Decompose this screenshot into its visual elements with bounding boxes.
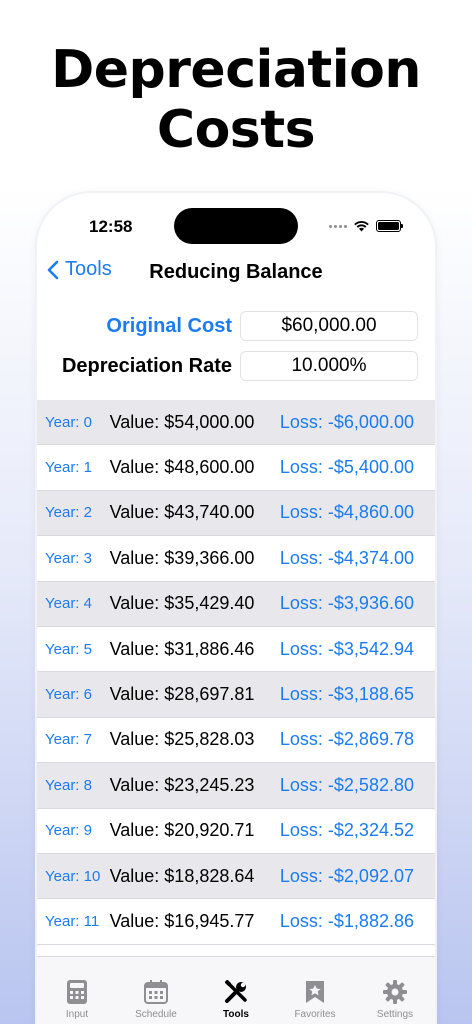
original-cost-field[interactable]: $60,000.00 [240,311,418,341]
navigation-bar: Tools Reducing Balance [37,253,435,297]
status-time: 12:58 [89,217,133,236]
depreciation-rate-field[interactable]: 10.000% [240,351,418,381]
row-loss: Loss: -$2,869.78 [279,729,414,750]
table-row[interactable]: Year: 10 Value: $18,828.64 Loss: -$2,092.0… [37,853,435,900]
row-loss: Loss: -$3,936.60 [279,593,414,614]
calendar-icon [144,980,168,1004]
tab-tools[interactable]: Tools [196,977,276,1020]
table-row[interactable]: Year: 3 Value: $39,366.00 Loss: -$4,374.00 [37,536,435,582]
dynamic-island [174,208,298,244]
row-loss: Loss: -$2,582.80 [279,774,414,795]
headline-line-2: Costs [156,100,316,160]
battery-icon [376,220,403,232]
tab-input[interactable]: Input [37,977,117,1020]
signal-dots-icon [329,224,347,228]
tools-icon [224,979,247,1003]
tab-settings-label: Settings [376,1009,414,1020]
row-loss: Loss: -$5,400.00 [279,457,414,478]
table-row[interactable]: Year: 0 Value: $54,000.00 Loss: -$6,000.00 [37,400,435,446]
row-loss: Loss: -$1,882.86 [279,910,414,931]
tab-settings[interactable]: Settings [355,977,435,1020]
bookmark-icon [306,981,324,1003]
row-loss: Loss: -$2,324.52 [279,820,414,841]
original-cost-row: Original Cost $60,000.00 [37,311,435,341]
depreciation-rate-row: Depreciation Rate 10.000% [37,351,435,381]
tab-schedule[interactable]: Schedule [116,977,196,1020]
row-loss: Loss: -$4,860.00 [279,502,414,523]
tab-schedule-label: Schedule [135,1009,177,1020]
table-row[interactable]: Year: 9 Value: $20,920.71 Loss: -$2,324.52 [37,809,435,854]
phone-screen: 12:58 Tools Reducing Balance Original Co… [37,193,435,1024]
row-loss: Loss: -$4,374.00 [279,547,414,568]
page-title: Reducing Balance [149,261,323,283]
row-loss: Loss: -$6,000.00 [279,411,414,432]
table-row[interactable]: Year: 8 Value: $23,245.23 Loss: -$2,582.80 [37,763,435,809]
row-loss: Loss: -$2,092.07 [279,865,414,886]
headline: Depreciation Costs [0,40,472,160]
depreciation-rate-label: Depreciation Rate [61,355,232,377]
table-row[interactable]: Year: 5 Value: $31,886.46 Loss: -$3,542.94 [37,627,435,673]
table-row[interactable]: Year: 6 Value: $28,697.81 Loss: -$3,188.65 [37,672,435,718]
tab-favorites-label: Favorites [294,1009,336,1020]
calculator-icon [67,980,87,1004]
table-row[interactable]: Year: 2 Value: $43,740.00 Loss: -$4,860.00 [37,490,435,537]
status-icons [329,220,403,232]
tab-input-label: Input [65,1009,89,1020]
headline-line-1: Depreciation [51,40,421,100]
status-bar: 12:58 [37,193,435,253]
wifi-icon [354,221,369,232]
depreciation-table: Year: 0 Value: $54,000.00 Loss: -$6,000.00… [37,400,435,945]
table-row[interactable]: Year: 11 Value: $16,945.77 Loss: -$1,882.8… [37,899,435,945]
table-row[interactable]: Year: 7 Value: $25,828.03 Loss: -$2,869.78 [37,718,435,764]
table-row[interactable]: Year: 1 Value: $48,600.00 Loss: -$5,400.00 [37,445,435,491]
tab-tools-label: Tools [223,1009,249,1020]
tab-favorites[interactable]: Favorites [275,977,355,1020]
row-loss: Loss: -$3,188.65 [279,684,414,705]
tab-bar: Input Schedule Tools Favorites Settings [37,956,435,1024]
table-row[interactable]: Year: 4 Value: $35,429.40 Loss: -$3,936.60 [37,581,435,627]
original-cost-label[interactable]: Original Cost [106,315,232,338]
row-loss: Loss: -$3,542.94 [279,638,414,659]
gear-icon [383,980,407,1004]
